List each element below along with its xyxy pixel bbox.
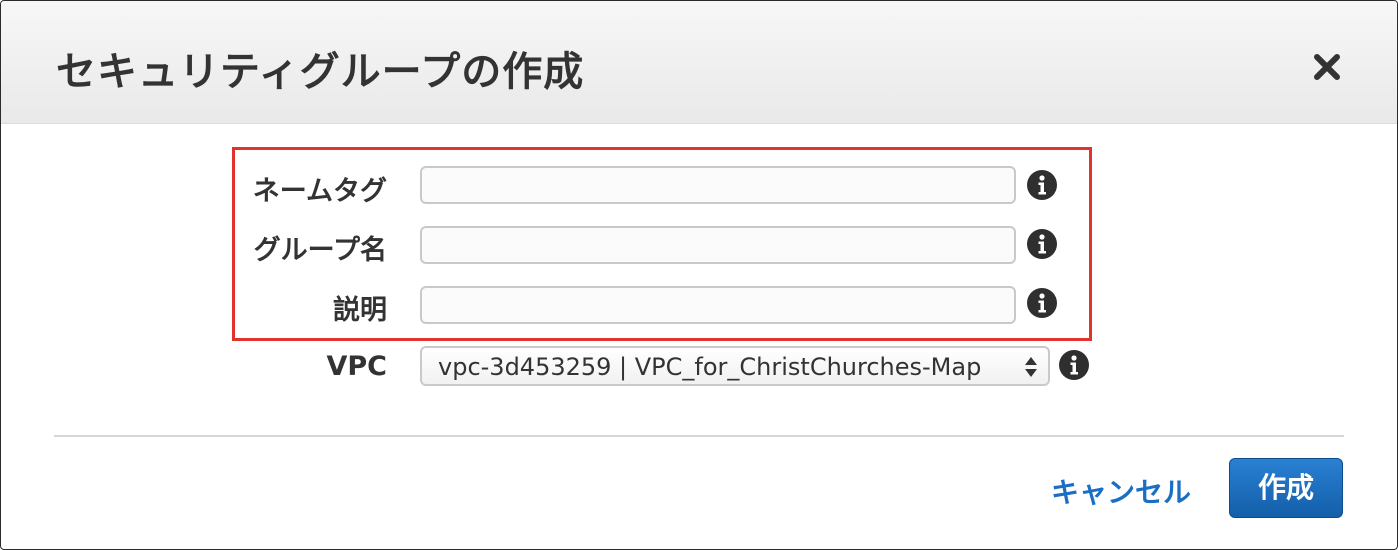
close-icon	[1314, 54, 1340, 80]
dialog-title: セキュリティグループの作成	[56, 49, 585, 95]
vpc-selected-value: vpc-3d453259 | VPC_for_ChristChurches-Ma…	[438, 353, 982, 381]
info-icon[interactable]	[1026, 228, 1058, 260]
group-name-input[interactable]	[420, 226, 1016, 264]
vpc-select[interactable]: vpc-3d453259 | VPC_for_ChristChurches-Ma…	[420, 346, 1050, 386]
name-tag-label: ネームタグ	[252, 176, 387, 207]
info-icon[interactable]	[1026, 287, 1058, 319]
info-icon[interactable]	[1026, 169, 1058, 201]
group-name-label: グループ名	[253, 235, 387, 266]
close-button[interactable]	[1305, 45, 1349, 89]
description-input[interactable]	[420, 286, 1016, 324]
dialog-header: セキュリティグループの作成	[1, 1, 1397, 124]
cancel-button[interactable]: キャンセル	[1051, 471, 1191, 511]
footer-divider	[54, 435, 1344, 437]
vpc-label: VPC	[326, 351, 388, 382]
name-tag-input[interactable]	[420, 166, 1016, 204]
create-button[interactable]: 作成	[1229, 458, 1343, 518]
select-arrows-icon	[1025, 357, 1037, 377]
info-icon[interactable]	[1058, 349, 1090, 381]
create-security-group-dialog: セキュリティグループの作成 ネームタグ グループ名 説明 VPC vpc-3d4…	[0, 0, 1398, 550]
description-label: 説明	[333, 295, 387, 326]
